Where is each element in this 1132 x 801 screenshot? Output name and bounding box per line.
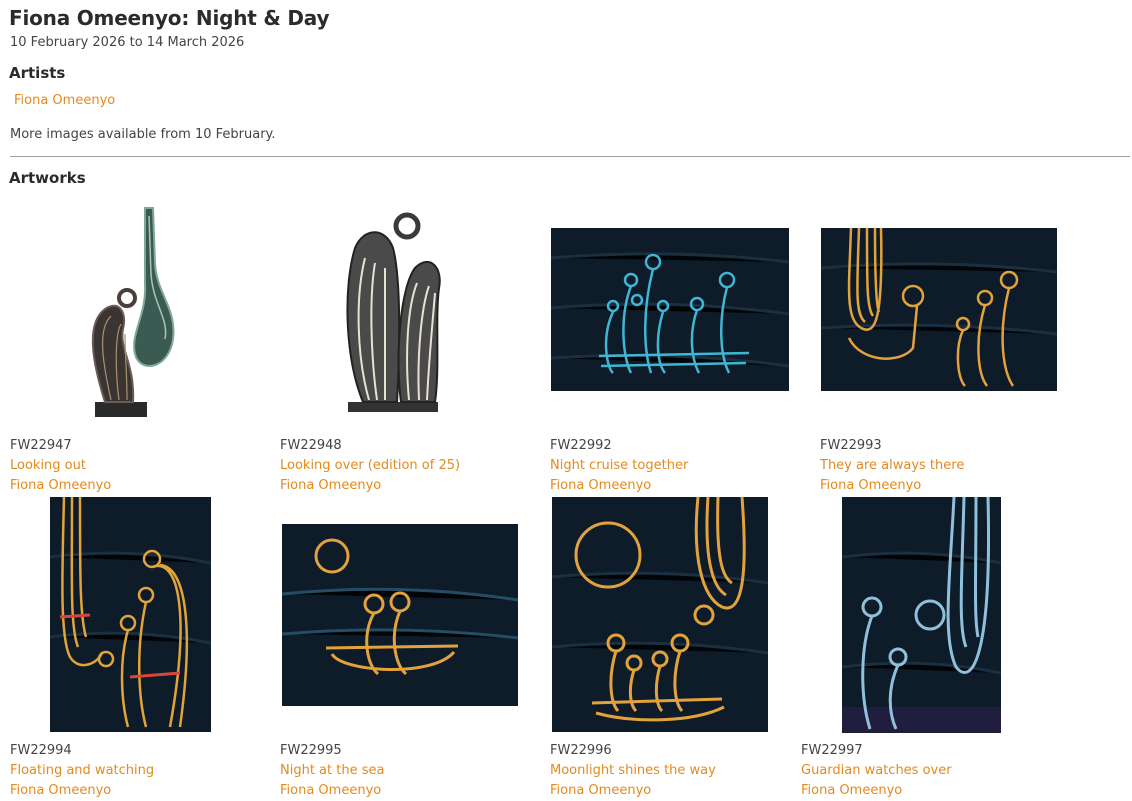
artwork-artist-link[interactable]: Fiona Omeenyo xyxy=(280,781,510,801)
artists-heading: Artists xyxy=(9,64,66,82)
artwork-title-link[interactable]: They are always there xyxy=(820,456,1050,476)
exhibition-dates: 10 February 2026 to 14 March 2026 xyxy=(10,35,245,50)
artwork-code: FW22995 xyxy=(280,743,342,758)
artwork-artist-link[interactable]: Fiona Omeenyo xyxy=(550,781,780,801)
artwork-artist-link[interactable]: Fiona Omeenyo xyxy=(10,781,240,801)
artwork-image[interactable] xyxy=(282,524,518,706)
artist-link[interactable]: Fiona Omeenyo xyxy=(14,93,115,108)
artwork-artist-link[interactable]: Fiona Omeenyo xyxy=(801,781,1031,801)
artwork-artist-link[interactable]: Fiona Omeenyo xyxy=(820,476,1050,496)
divider xyxy=(10,156,1130,157)
artwork-caption: FW22996 Moonlight shines the way Fiona O… xyxy=(550,741,780,801)
artwork-image[interactable] xyxy=(552,497,768,732)
artwork-code: FW22947 xyxy=(10,438,72,453)
artwork-code: FW22992 xyxy=(550,438,612,453)
artwork-image[interactable] xyxy=(50,497,211,732)
artwork-image[interactable] xyxy=(821,228,1057,391)
artwork-title-link[interactable]: Looking over (edition of 25) xyxy=(280,456,510,476)
artwork-title-link[interactable]: Looking out xyxy=(10,456,240,476)
images-note: More images available from 10 February. xyxy=(10,127,276,142)
artworks-heading: Artworks xyxy=(9,169,86,187)
artwork-image[interactable] xyxy=(551,228,789,391)
artwork-artist-link[interactable]: Fiona Omeenyo xyxy=(550,476,780,496)
artwork-artist-link[interactable]: Fiona Omeenyo xyxy=(10,476,240,496)
artwork-image[interactable] xyxy=(85,204,177,420)
artwork-caption: FW22994 Floating and watching Fiona Omee… xyxy=(10,741,240,801)
artwork-code: FW22948 xyxy=(280,438,342,453)
artwork-code: FW22993 xyxy=(820,438,882,453)
artwork-caption: FW22993 They are always there Fiona Omee… xyxy=(820,436,1050,496)
artwork-title-link[interactable]: Floating and watching xyxy=(10,761,240,781)
artwork-title-link[interactable]: Moonlight shines the way xyxy=(550,761,780,781)
page-title: Fiona Omeenyo: Night & Day xyxy=(9,6,330,30)
artwork-code: FW22997 xyxy=(801,743,863,758)
artwork-code: FW22994 xyxy=(10,743,72,758)
artwork-artist-link[interactable]: Fiona Omeenyo xyxy=(280,476,510,496)
artwork-caption: FW22997 Guardian watches over Fiona Omee… xyxy=(801,741,1031,801)
artwork-title-link[interactable]: Guardian watches over xyxy=(801,761,1031,781)
artwork-title-link[interactable]: Night at the sea xyxy=(280,761,510,781)
artwork-caption: FW22995 Night at the sea Fiona Omeenyo xyxy=(280,741,510,801)
artwork-caption: FW22948 Looking over (edition of 25) Fio… xyxy=(280,436,510,496)
artwork-title-link[interactable]: Night cruise together xyxy=(550,456,780,476)
artwork-code: FW22996 xyxy=(550,743,612,758)
artwork-image[interactable] xyxy=(842,497,1001,733)
artwork-caption: FW22992 Night cruise together Fiona Omee… xyxy=(550,436,780,496)
artwork-caption: FW22947 Looking out Fiona Omeenyo xyxy=(10,436,240,496)
artwork-image[interactable] xyxy=(345,208,451,415)
